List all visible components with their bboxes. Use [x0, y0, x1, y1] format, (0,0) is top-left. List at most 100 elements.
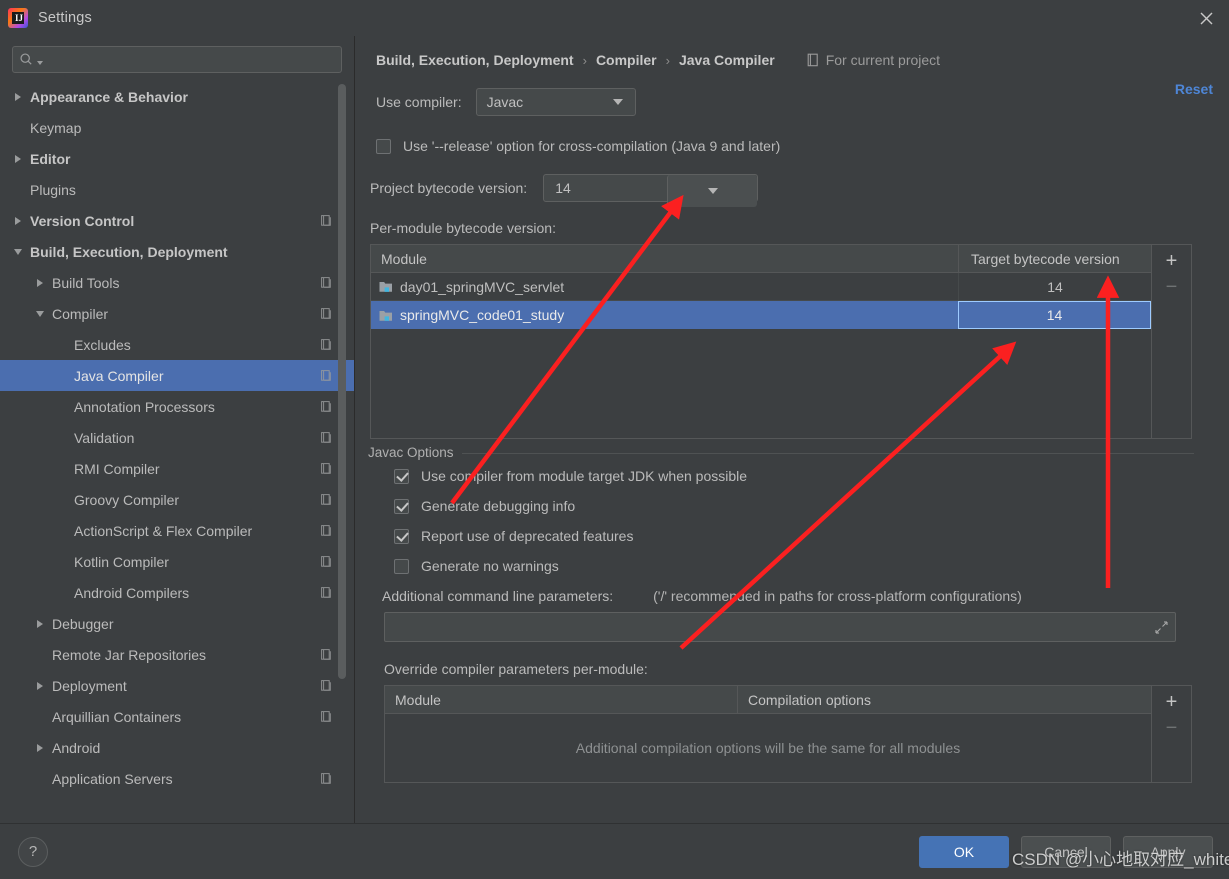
module-table-toolbar: + − — [1151, 245, 1191, 438]
chevron-right-icon[interactable] — [12, 215, 24, 227]
sidebar-item-label: Excludes — [74, 336, 131, 353]
sidebar-item-actionscript-flex-compiler[interactable]: ActionScript & Flex Compiler — [0, 515, 354, 546]
project-bytecode-row: Project bytecode version: 14 — [370, 174, 1229, 207]
project-scope-icon — [321, 462, 332, 475]
sidebar-item-label: Annotation Processors — [74, 398, 215, 415]
sidebar-scrollbar-thumb[interactable] — [338, 84, 346, 679]
additional-params-input[interactable] — [385, 619, 1175, 635]
additional-params-field[interactable] — [384, 612, 1176, 642]
module-icon — [379, 280, 393, 293]
chevron-right-icon[interactable] — [12, 153, 24, 165]
target-bytecode-cell[interactable]: 14 — [958, 273, 1151, 301]
sidebar-item-label: Build Tools — [52, 274, 120, 291]
chevron-right-icon[interactable] — [12, 91, 24, 103]
sidebar-item-arquillian-containers[interactable]: Arquillian Containers — [0, 701, 354, 732]
chevron-right-icon[interactable] — [34, 742, 46, 754]
sidebar-item-appearance-behavior[interactable]: Appearance & Behavior — [0, 81, 354, 112]
override-params-table: Module Compilation options Additional co… — [384, 685, 1192, 783]
remove-override-button[interactable]: − — [1157, 715, 1187, 741]
sidebar-item-label: Plugins — [30, 181, 76, 198]
javac-option-checkbox[interactable] — [394, 498, 409, 514]
sidebar-item-excludes[interactable]: Excludes — [0, 329, 354, 360]
override-params-label: Override compiler parameters per-module: — [384, 661, 648, 677]
sidebar-item-compiler[interactable]: Compiler — [0, 298, 354, 329]
search-icon — [19, 52, 34, 67]
project-scope-icon — [321, 555, 332, 568]
sidebar-item-validation[interactable]: Validation — [0, 422, 354, 453]
project-scope-icon — [321, 400, 332, 413]
project-bytecode-dropdown-button[interactable] — [667, 175, 758, 207]
breadcrumb: Build, Execution, Deployment › Compiler … — [356, 36, 1229, 72]
column-header-target-bytecode[interactable]: Target bytecode version — [958, 245, 1151, 272]
sidebar-item-label: Android Compilers — [74, 584, 190, 601]
javac-option-checkbox[interactable] — [394, 558, 409, 574]
sidebar-item-build-execution-deployment[interactable]: Build, Execution, Deployment — [0, 236, 354, 267]
sidebar-item-kotlin-compiler[interactable]: Kotlin Compiler — [0, 546, 354, 577]
sidebar-item-version-control[interactable]: Version Control — [0, 205, 354, 236]
expand-icon[interactable] — [1155, 621, 1168, 637]
sidebar-item-label: Groovy Compiler — [74, 491, 180, 508]
add-module-button[interactable]: + — [1157, 248, 1187, 274]
project-scope-icon — [807, 53, 820, 67]
breadcrumb-item-2[interactable]: Compiler — [596, 52, 657, 68]
chevron-down-icon — [707, 188, 718, 194]
column-header-compilation-options[interactable]: Compilation options — [737, 686, 1151, 713]
project-scope-icon — [321, 369, 332, 382]
add-override-button[interactable]: + — [1157, 689, 1187, 715]
sidebar-item-rmi-compiler[interactable]: RMI Compiler — [0, 453, 354, 484]
settings-sidebar: Appearance & Behavior Keymap Editor Plugins… — [0, 36, 355, 823]
breadcrumb-item-3[interactable]: Java Compiler — [679, 52, 775, 68]
sidebar-item-debugger[interactable]: Debugger — [0, 608, 354, 639]
override-table-empty-message: Additional compilation options will be t… — [575, 740, 961, 756]
search-box[interactable] — [12, 46, 342, 73]
table-row[interactable]: springMVC_code01_study 14 — [371, 301, 1151, 329]
scope-indicator: For current project — [807, 52, 940, 68]
module-name-cell[interactable]: day01_springMVC_servlet — [371, 273, 958, 301]
chevron-down-icon[interactable] — [12, 246, 24, 258]
remove-module-button[interactable]: − — [1157, 274, 1187, 300]
javac-option-checkbox[interactable] — [394, 528, 409, 544]
close-icon[interactable] — [1183, 0, 1229, 36]
release-option-checkbox[interactable] — [376, 138, 391, 154]
sidebar-item-application-servers[interactable]: Application Servers — [0, 763, 354, 794]
column-header-override-module[interactable]: Module — [385, 686, 737, 713]
sidebar-item-android-compilers[interactable]: Android Compilers — [0, 577, 354, 608]
sidebar-item-label: Editor — [30, 150, 71, 167]
reset-link[interactable]: Reset — [1175, 81, 1213, 97]
sidebar-item-remote-jar-repositories[interactable]: Remote Jar Repositories — [0, 639, 354, 670]
javac-option-checkbox[interactable] — [394, 468, 409, 484]
search-input[interactable] — [43, 52, 335, 67]
watermark: CSDN @小心地取对应_white — [1012, 850, 1229, 869]
chevron-right-icon[interactable] — [34, 618, 46, 630]
chevron-right-icon[interactable] — [34, 680, 46, 692]
table-row[interactable]: day01_springMVC_servlet 14 — [371, 273, 1151, 301]
breadcrumb-item-1[interactable]: Build, Execution, Deployment — [376, 52, 574, 68]
per-module-bytecode-table: Module Target bytecode version day01_spr… — [370, 244, 1192, 439]
sidebar-item-annotation-processors[interactable]: Annotation Processors — [0, 391, 354, 422]
project-scope-icon — [321, 307, 332, 320]
sidebar-item-editor[interactable]: Editor — [0, 143, 354, 174]
ok-button[interactable]: OK — [919, 835, 1009, 868]
sidebar-scrollbar-track[interactable] — [338, 84, 350, 823]
use-compiler-select[interactable]: Javac — [475, 88, 636, 116]
chevron-down-icon[interactable] — [34, 308, 46, 320]
javac-option-label: Use compiler from module target JDK when… — [421, 468, 748, 484]
sidebar-item-java-compiler[interactable]: Java Compiler — [0, 360, 354, 391]
module-name-cell[interactable]: springMVC_code01_study — [371, 301, 958, 329]
help-button[interactable]: ? — [18, 836, 48, 867]
project-scope-icon — [321, 710, 332, 723]
sidebar-item-plugins[interactable]: Plugins — [0, 174, 354, 205]
sidebar-item-keymap[interactable]: Keymap — [0, 112, 354, 143]
use-compiler-row: Use compiler: Javac — [376, 88, 1229, 116]
project-bytecode-select[interactable]: 14 — [543, 174, 759, 207]
sidebar-item-android[interactable]: Android — [0, 732, 354, 763]
javac-option-label: Report use of deprecated features — [421, 528, 634, 544]
sidebar-item-deployment[interactable]: Deployment — [0, 670, 354, 701]
sidebar-item-groovy-compiler[interactable]: Groovy Compiler — [0, 484, 354, 515]
chevron-right-icon[interactable] — [34, 277, 46, 289]
target-bytecode-cell[interactable]: 14 — [958, 301, 1151, 329]
module-table-header: Module Target bytecode version — [371, 245, 1151, 273]
module-table-rows: day01_springMVC_servlet 14 springMVC_code0… — [371, 273, 1151, 329]
column-header-module[interactable]: Module — [371, 245, 958, 272]
sidebar-item-build-tools[interactable]: Build Tools — [0, 267, 354, 298]
